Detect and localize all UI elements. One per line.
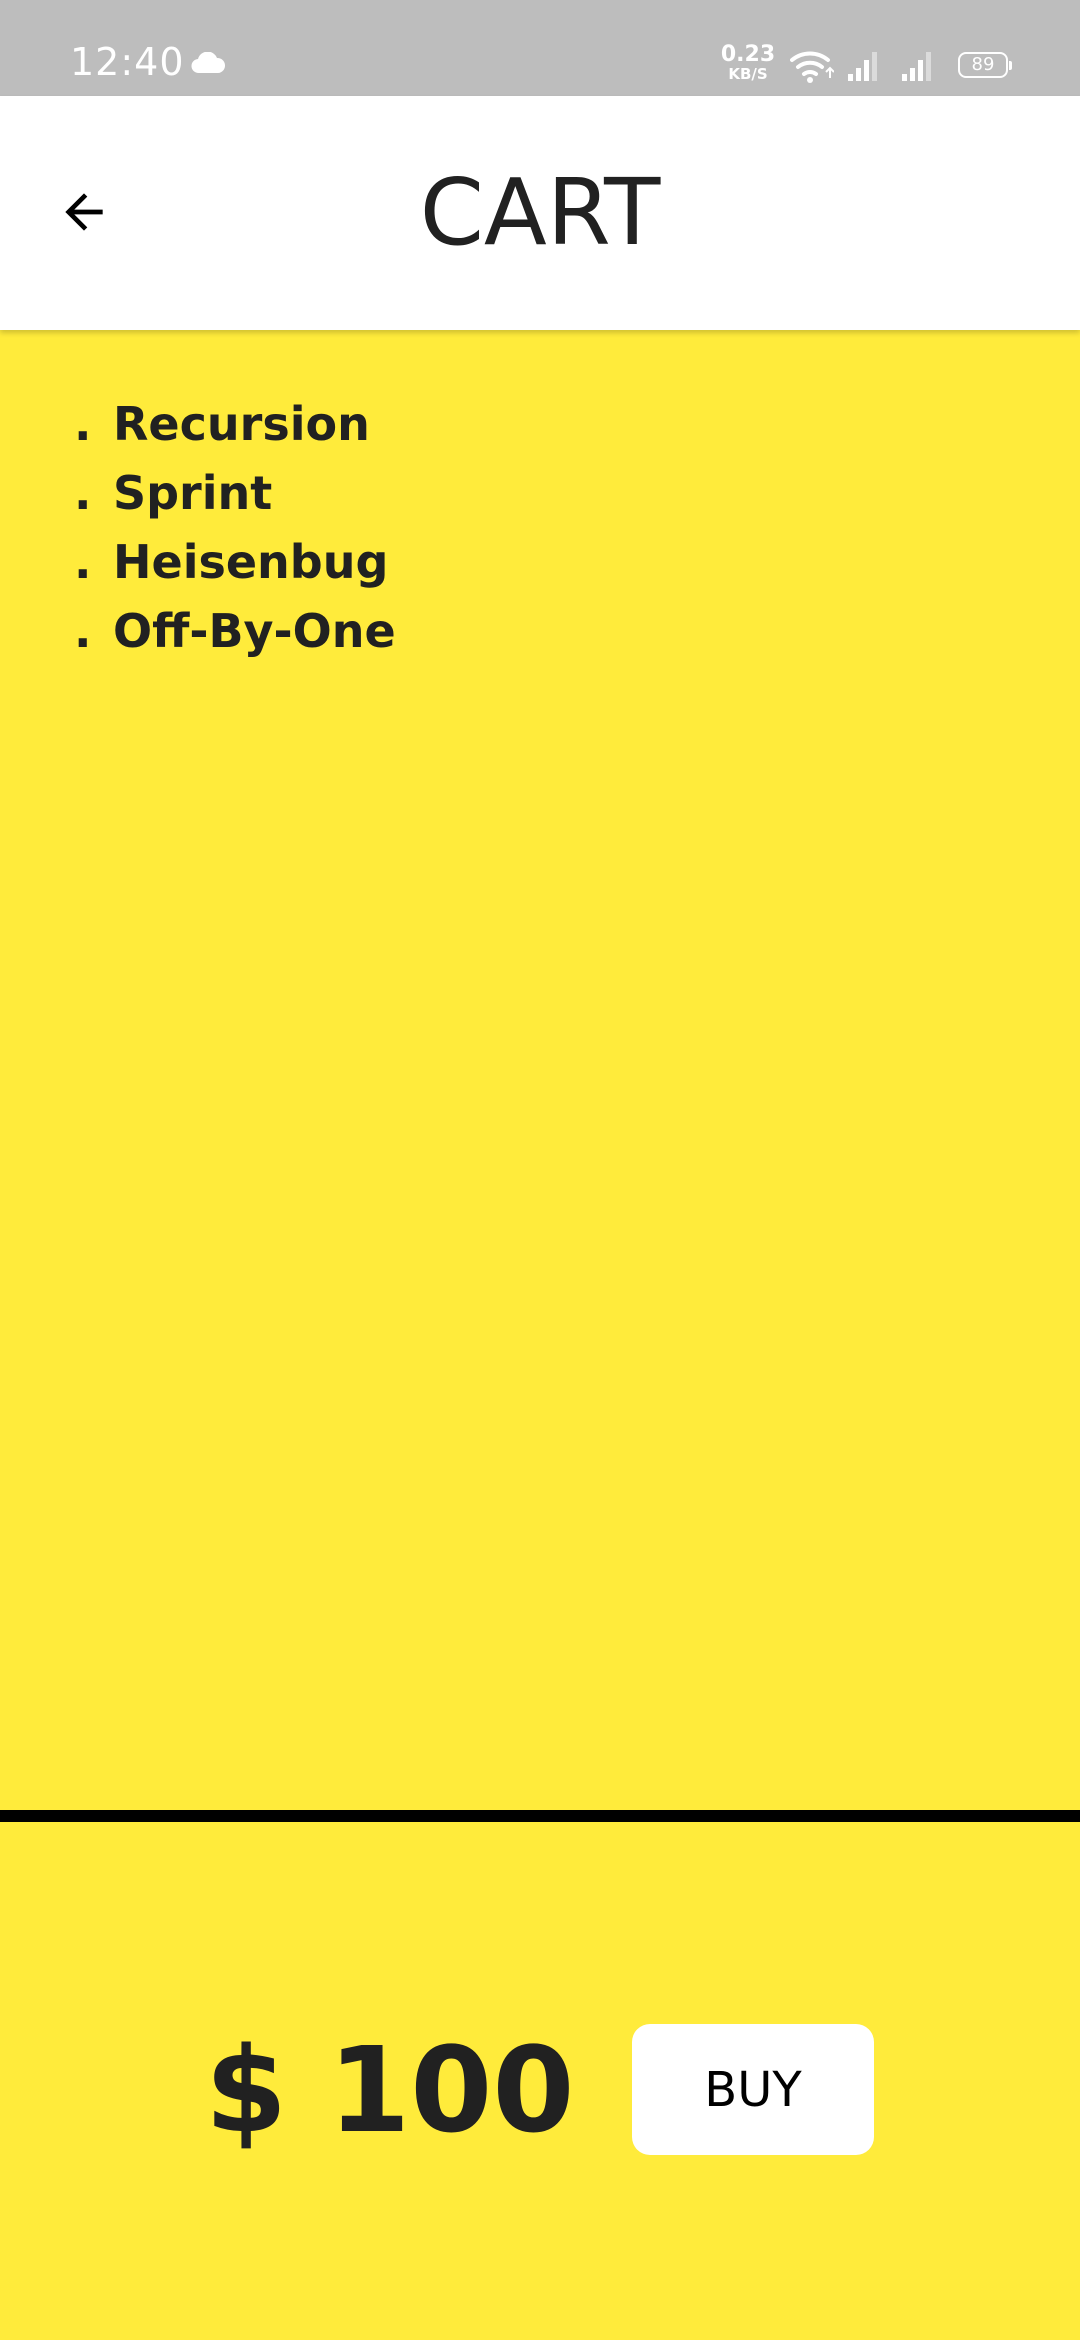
cellular-signal-icon-2 <box>902 52 931 81</box>
battery-level: 89 <box>971 54 995 75</box>
cart-item: . Sprint <box>0 459 1080 528</box>
list-bullet: . <box>74 466 92 520</box>
cart-item: . Off-By-One <box>0 597 1080 666</box>
app-bar: CART <box>0 96 1080 330</box>
list-bullet: . <box>74 604 92 658</box>
network-speed-unit: KB/S <box>728 65 768 83</box>
cart-item-label: Heisenbug <box>113 535 389 589</box>
cellular-signal-icon <box>848 52 877 81</box>
cart-item-list: . Recursion . Sprint . Heisenbug . Off-B… <box>0 390 1080 666</box>
cloud-icon <box>191 52 225 74</box>
network-speed-value: 0.23 <box>720 42 776 67</box>
network-speed: 0.23 KB/S <box>720 44 776 82</box>
cart-item: . Heisenbug <box>0 528 1080 597</box>
cart-item-label: Recursion <box>113 397 370 451</box>
footer-divider <box>0 1810 1080 1822</box>
cart-item: . Recursion <box>0 390 1080 459</box>
cart-item-label: Sprint <box>113 466 273 520</box>
list-bullet: . <box>74 535 92 589</box>
status-bar: 12:40 0.23 KB/S 89 <box>0 0 1080 96</box>
wifi-icon <box>790 51 834 83</box>
list-bullet: . <box>74 397 92 451</box>
buy-button[interactable]: BUY <box>632 2024 874 2155</box>
cart-item-label: Off-By-One <box>113 604 396 658</box>
battery-icon: 89 <box>958 52 1012 78</box>
page-title: CART <box>419 159 661 266</box>
status-time: 12:40 <box>70 40 185 84</box>
total-price: $ 100 <box>205 2021 575 2159</box>
